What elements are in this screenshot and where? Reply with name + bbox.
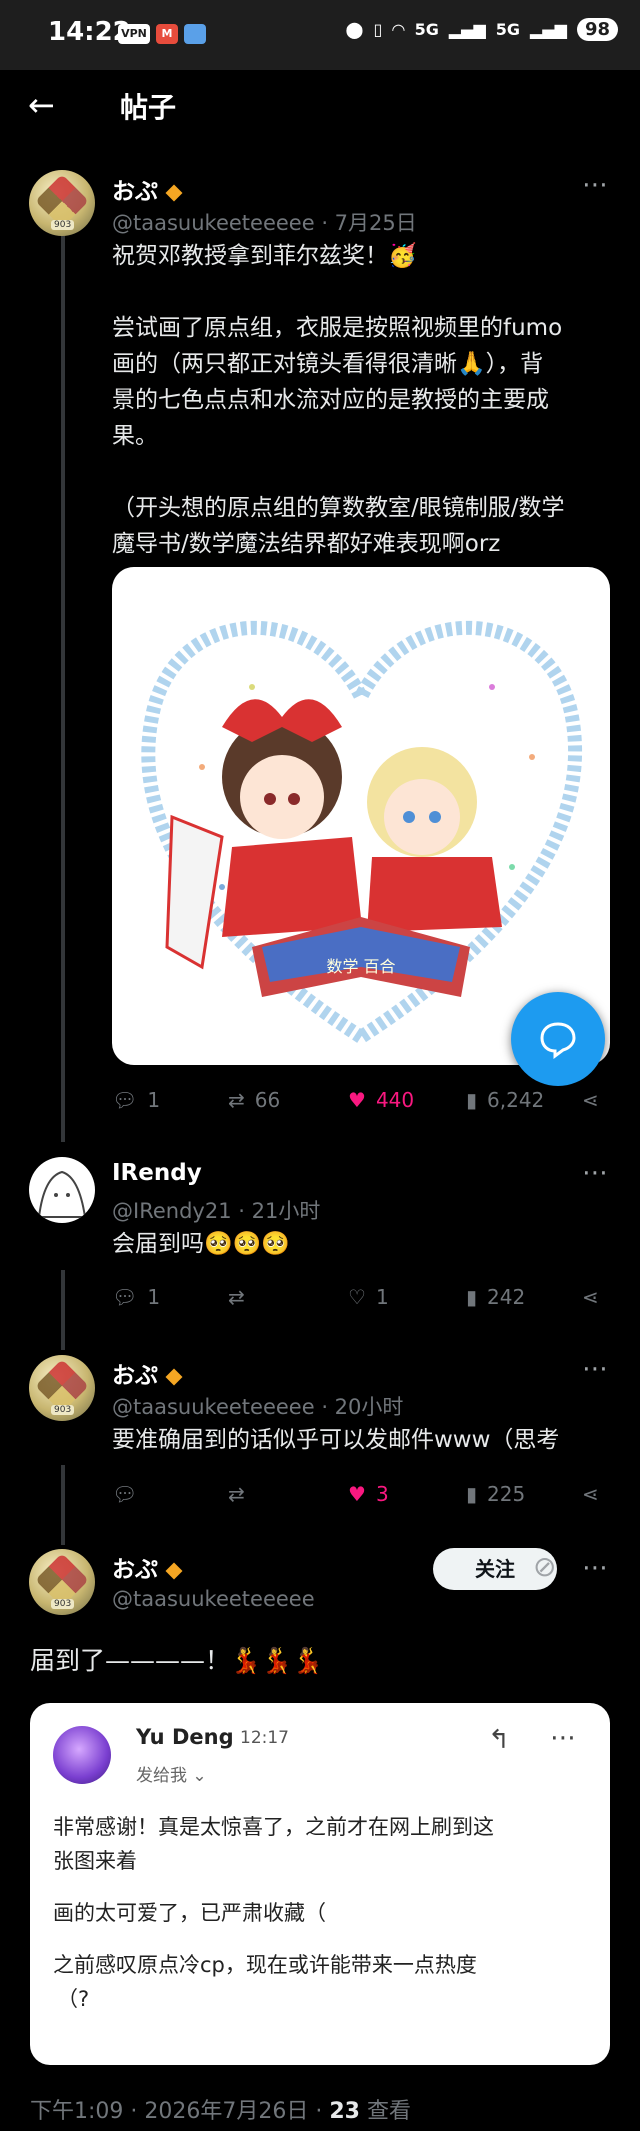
- weather-icon: [184, 24, 206, 44]
- share-icon[interactable]: ⋖: [582, 1088, 599, 1112]
- tweet-text: 祝贺邓教授拿到菲尔兹奖！🥳 尝试画了原点组，衣服是按照视频里的fumo 画的（两…: [112, 243, 565, 557]
- more-icon[interactable]: ⋯: [582, 170, 611, 200]
- reply-icon: 💬︎: [112, 1482, 138, 1506]
- email-body: 非常感谢！真是太惊喜了，之前才在网上刷到这 张图来着 画的太可爱了，已严肃收藏（…: [53, 1815, 494, 2011]
- tweet-actions: 💬︎ ⇄ ♥ 3 ▮ 225 ⋖: [0, 1482, 640, 1512]
- signal2-label: 5G: [495, 20, 521, 39]
- reply-arrow-icon: ↰: [488, 1725, 510, 1755]
- views-button[interactable]: ▮ 242: [466, 1285, 525, 1309]
- signal1-label: 5G: [414, 20, 439, 39]
- author-handle[interactable]: @taasuukeeteeeee · 7月25日: [112, 207, 417, 237]
- image-caption: 数学 百合: [326, 957, 395, 976]
- wifi-icon: ◠: [392, 20, 405, 39]
- tweet-actions: 💬︎ 1 ⇄ 66 ♥ 440 ▮ 6,242 ⋖: [0, 1088, 640, 1118]
- email-time: 12:17: [240, 1728, 289, 1748]
- verified-badge-icon: [165, 1562, 183, 1579]
- author-name[interactable]: おぷ: [112, 172, 183, 206]
- tweet-text: 要准确届到的话似乎可以发邮件www（思考: [112, 1427, 560, 1453]
- like-button[interactable]: ♡ 1: [348, 1285, 389, 1309]
- like-button[interactable]: ♥ 440: [348, 1088, 414, 1112]
- author-name[interactable]: おぷ: [112, 1550, 183, 1584]
- author-name[interactable]: おぷ: [112, 1356, 183, 1390]
- thread-connector: [61, 212, 65, 1142]
- bar-chart-icon: ▮: [466, 1482, 478, 1506]
- retweet-icon: ⇄: [228, 1088, 245, 1112]
- author-handle[interactable]: @IRendy21 · 21小时: [112, 1195, 320, 1225]
- back-arrow-icon[interactable]: ←: [28, 86, 55, 124]
- status-icons: ⬤ ▯ ◠ 5G ▂▄▆ 5G ▂▄▆ 98: [346, 18, 618, 41]
- retweet-button[interactable]: ⇄: [228, 1285, 255, 1309]
- signal2-icon: ▂▄▆: [530, 20, 567, 39]
- tweet-meta: 下午1:09 · 2026年7月26日 · 23 查看: [30, 2099, 411, 2124]
- views-button[interactable]: ▮ 6,242: [466, 1088, 544, 1112]
- heart-outline-icon: ♡: [348, 1285, 366, 1309]
- reply-icon: 💬︎: [112, 1285, 138, 1309]
- vpn-badge: VPN: [118, 24, 150, 44]
- retweet-button[interactable]: ⇄ 66: [228, 1088, 280, 1112]
- reply-icon: 💬︎: [112, 1088, 138, 1112]
- email-screenshot[interactable]: Yu Deng 12:17 发给我 ⌄ ↰ ⋯ 非常感谢！真是太惊喜了，之前才在…: [30, 1703, 610, 2065]
- retweet-icon: ⇄: [228, 1285, 245, 1309]
- sender-avatar: [53, 1726, 111, 1784]
- author-handle[interactable]: @taasuukeeteeeee: [112, 1587, 315, 1611]
- more-icon[interactable]: ⋯: [582, 1354, 611, 1384]
- reply-button[interactable]: 💬︎ 1: [112, 1285, 160, 1309]
- avatar[interactable]: [29, 1157, 95, 1223]
- retweet-button[interactable]: ⇄: [228, 1482, 255, 1506]
- vibrate-icon: ▯: [373, 20, 383, 39]
- retweet-icon: ⇄: [228, 1482, 245, 1506]
- bar-chart-icon: ▮: [466, 1285, 478, 1309]
- chat-bubble-icon: [540, 1022, 576, 1059]
- more-icon[interactable]: ⋯: [582, 1158, 611, 1188]
- author-handle[interactable]: @taasuukeeteeeee · 20小时: [112, 1391, 403, 1421]
- avatar[interactable]: 903: [29, 170, 95, 236]
- reply-button[interactable]: 💬︎ 1: [112, 1088, 160, 1112]
- like-button[interactable]: ♥ 3: [348, 1482, 389, 1506]
- tweet-image[interactable]: 数学 百合: [112, 567, 610, 1065]
- heart-icon: ♥: [348, 1088, 366, 1112]
- share-icon[interactable]: ⋖: [582, 1285, 599, 1309]
- gmail-icon: M: [156, 24, 178, 44]
- tweet-actions: 💬︎ 1 ⇄ ♡ 1 ▮ 242 ⋖: [0, 1285, 640, 1315]
- signal1-icon: ▂▄▆: [448, 20, 486, 39]
- avatar[interactable]: 903: [29, 1355, 95, 1421]
- status-bar: 14:22 VPN M ⬤ ▯ ◠ 5G ▂▄▆ 5G ▂▄▆ 98: [0, 0, 640, 70]
- bar-chart-icon: ▮: [466, 1088, 478, 1112]
- views-button[interactable]: ▮ 225: [466, 1482, 525, 1506]
- compose-fab-button[interactable]: [511, 992, 605, 1086]
- tweet-text: 会届到吗🥺🥺🥺: [112, 1231, 290, 1257]
- sender-name: Yu Deng: [136, 1725, 234, 1749]
- share-icon[interactable]: ⋖: [582, 1482, 599, 1506]
- grok-icon[interactable]: ⊘: [533, 1550, 556, 1583]
- tweet-text: 届到了————！💃💃💃: [30, 1646, 324, 1675]
- heart-icon: ♥: [348, 1482, 366, 1506]
- reply-button[interactable]: 💬︎: [112, 1482, 147, 1506]
- avatar[interactable]: 903: [29, 1549, 95, 1615]
- verified-badge-icon: [165, 184, 183, 201]
- location-icon: ⬤: [345, 20, 364, 39]
- email-recipient: 发给我 ⌄: [136, 1766, 207, 1786]
- author-name[interactable]: IRendy: [112, 1160, 202, 1186]
- verified-badge-icon: [165, 1368, 183, 1385]
- page-title: 帖子: [120, 91, 177, 124]
- battery-indicator: 98: [576, 18, 618, 41]
- more-icon[interactable]: ⋯: [582, 1553, 611, 1583]
- more-icon: ⋯: [550, 1723, 576, 1753]
